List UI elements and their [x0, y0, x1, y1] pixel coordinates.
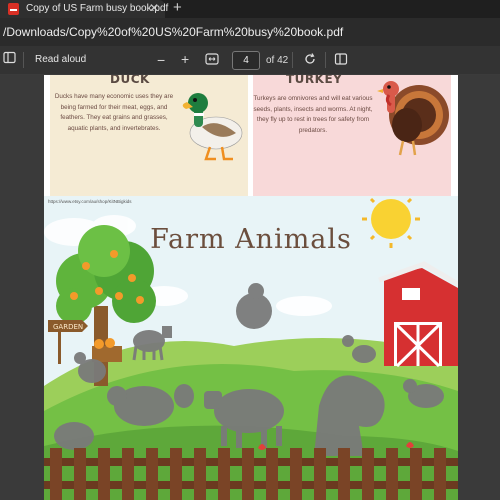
- svg-text:GARDEN: GARDEN: [53, 323, 83, 331]
- page-source-url: https://www.etsy.com/au/shop/KitNBigkids: [48, 199, 132, 204]
- page-number-input[interactable]: 4: [232, 51, 260, 70]
- toolbar-divider: [325, 52, 326, 68]
- turkey-description: Turkeys are omnivores and will eat vario…: [253, 95, 373, 134]
- duck-title: DUCK: [110, 75, 150, 86]
- page-count: of 42: [266, 55, 289, 66]
- duck-illustration: [182, 93, 243, 161]
- read-aloud-button[interactable]: Read aloud: [35, 54, 86, 65]
- address-url[interactable]: /Downloads/Copy%20of%20US%20Farm%20busy%…: [3, 25, 343, 39]
- toolbar-divider: [23, 52, 24, 68]
- turkey-illustration: [377, 81, 449, 156]
- zoom-in-button[interactable]: +: [181, 51, 189, 67]
- pdf-toolbar: Read aloud − + 4 of 42: [0, 46, 500, 75]
- pdf-viewer[interactable]: DUCK Ducks have many economic uses they …: [0, 75, 500, 500]
- wooden-fence: [44, 442, 458, 500]
- zoom-out-button[interactable]: −: [157, 52, 165, 68]
- rotate-icon[interactable]: [303, 52, 317, 69]
- turkey-title: TURKEY: [286, 75, 343, 86]
- duck-description: Ducks have many economic uses they are b…: [54, 93, 174, 132]
- pdf-page-current: https://www.etsy.com/au/shop/KitNBigkids: [44, 196, 458, 500]
- pdf-file-icon: [8, 3, 19, 15]
- fit-page-icon[interactable]: [205, 53, 219, 68]
- barn: [378, 261, 458, 368]
- contents-icon[interactable]: [3, 51, 16, 67]
- address-bar[interactable]: /Downloads/Copy%20of%20US%20Farm%20busy%…: [0, 18, 500, 46]
- close-tab-button[interactable]: ✕: [149, 1, 159, 15]
- browser-tab[interactable]: Copy of US Farm busy book.pdf ✕: [0, 0, 169, 18]
- tab-title: Copy of US Farm busy book.pdf: [26, 3, 169, 14]
- tab-strip: Copy of US Farm busy book.pdf ✕ +: [0, 0, 500, 18]
- page-view-icon[interactable]: [334, 52, 348, 69]
- new-tab-button[interactable]: +: [173, 0, 182, 16]
- page-title: Farm Animals: [150, 224, 352, 255]
- toolbar-divider: [292, 52, 293, 68]
